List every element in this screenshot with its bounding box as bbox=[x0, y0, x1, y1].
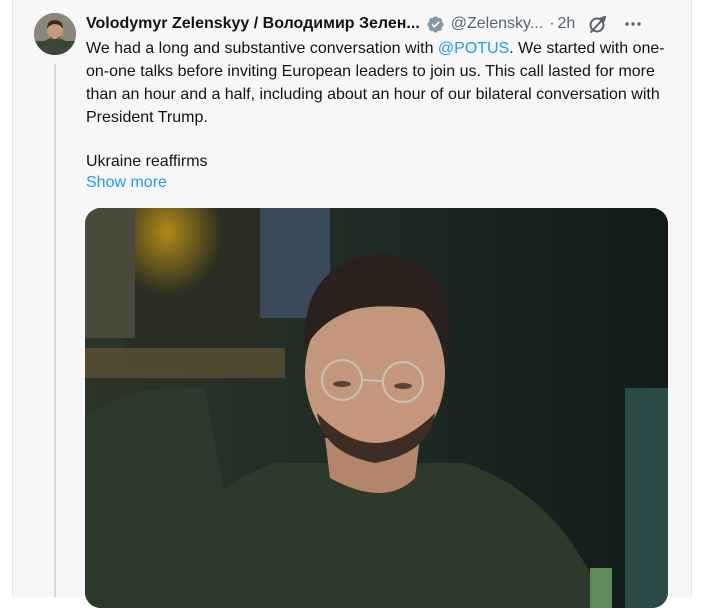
tweet-paragraph-2: Ukraine reaffirms bbox=[86, 153, 208, 170]
tweet-text-before-mention: We had a long and substantive conversati… bbox=[86, 40, 438, 57]
avatar-portrait-icon bbox=[34, 13, 76, 55]
grok-icon[interactable] bbox=[588, 14, 608, 34]
tweet-text: We had a long and substantive conversati… bbox=[86, 37, 666, 173]
tweet-paragraph-1: We had a long and substantive conversati… bbox=[86, 37, 666, 129]
thread-line bbox=[54, 64, 56, 597]
author-handle[interactable]: @Zelensky... bbox=[451, 15, 543, 33]
show-more-link[interactable]: Show more bbox=[86, 172, 167, 194]
separator-dot: · bbox=[549, 15, 555, 32]
author-name[interactable]: Volodymyr Zelenskyy / Володимир Зелен... bbox=[86, 15, 420, 33]
verified-badge-icon[interactable] bbox=[426, 15, 445, 34]
tweet-photo[interactable] bbox=[85, 208, 668, 608]
photo-image bbox=[85, 208, 668, 608]
more-options-icon[interactable] bbox=[624, 15, 642, 33]
tweet-timestamp[interactable]: 2h bbox=[558, 15, 576, 33]
author-avatar[interactable] bbox=[34, 13, 76, 55]
tweet-header: Volodymyr Zelenskyy / Володимир Зелен...… bbox=[86, 12, 672, 36]
mention-link[interactable]: @POTUS bbox=[438, 40, 509, 57]
